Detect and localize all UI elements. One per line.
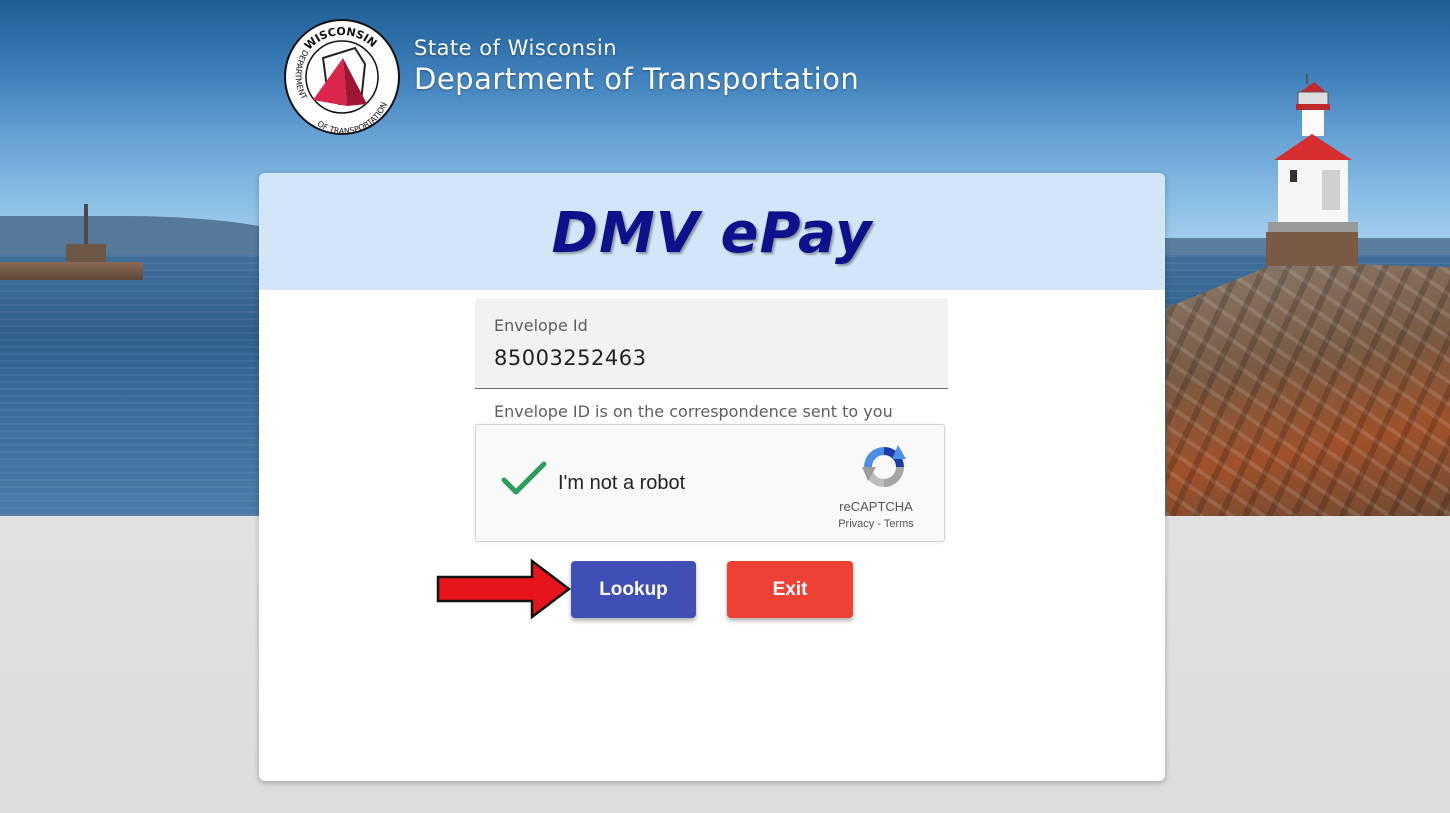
recaptcha-terms-link[interactable]: Terms (884, 518, 914, 530)
recaptcha-icon (862, 445, 906, 487)
envelope-id-hint: Envelope ID is on the correspondence sen… (494, 402, 893, 421)
envelope-id-input[interactable] (494, 346, 924, 370)
recaptcha-privacy-link[interactable]: Privacy (838, 518, 874, 530)
recaptcha-brand: reCAPTCHA (839, 499, 913, 514)
pier-light-pole (84, 204, 88, 246)
envelope-id-label: Envelope Id (494, 316, 588, 335)
epay-card: DMV ePay Envelope Id Envelope ID is on t… (259, 173, 1165, 781)
recaptcha-label: I'm not a robot (558, 472, 686, 494)
recaptcha-widget: I'm not a robot reCAPTCHA Privacy - Term… (475, 424, 945, 542)
wisconsin-dot-seal-icon: WISCONSIN DEPARTMENT OF TRANSPORTATION (284, 19, 400, 136)
exit-button[interactable]: Exit (727, 561, 853, 618)
red-arrow-icon (436, 558, 572, 620)
page-title: DMV ePay (551, 201, 873, 266)
check-icon[interactable] (500, 458, 548, 498)
card-header: DMV ePay (259, 173, 1165, 290)
lighthouse-image (1266, 74, 1358, 266)
department-name: Department of Transportation (414, 62, 860, 96)
recaptcha-link-separator: - (874, 518, 884, 530)
pier (0, 262, 143, 280)
envelope-id-field[interactable]: Envelope Id (475, 298, 948, 389)
rock-breakwater (1166, 262, 1450, 516)
site-title: State of Wisconsin Department of Transpo… (414, 36, 859, 96)
recaptcha-links: Privacy - Terms (816, 518, 936, 530)
state-name: State of Wisconsin (414, 36, 618, 60)
pier-block (66, 244, 106, 264)
lookup-button[interactable]: Lookup (571, 561, 696, 618)
